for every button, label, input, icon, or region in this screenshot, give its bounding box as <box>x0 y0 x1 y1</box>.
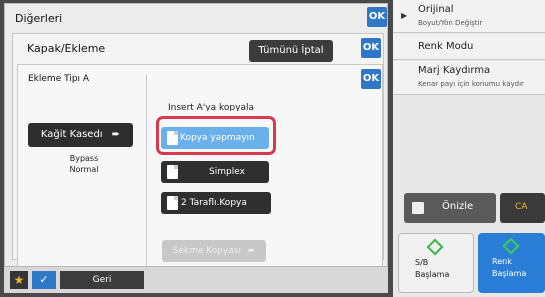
original-sub: Boyut/Yön Değiştir <box>418 19 483 27</box>
document-icon <box>167 165 178 179</box>
bw-start-line2: Başlama <box>415 270 450 279</box>
color-mode-title: Renk Modu <box>418 41 474 52</box>
cover-insert-title: Kapak/Ekleme <box>27 42 106 55</box>
color-start-button[interactable]: Renk Başlama <box>478 233 545 293</box>
ok-button-others[interactable]: OK <box>367 7 387 27</box>
others-title: Diğerleri <box>15 12 63 25</box>
tab-copy-button: Sekme Kopyası ➨ <box>162 240 266 262</box>
duplex-option[interactable]: 2 Taraflı.Kopya <box>161 192 271 214</box>
back-button[interactable]: Geri <box>60 271 144 289</box>
bw-start-line1: S/B <box>415 258 429 267</box>
insert-type-a-dialog: Ekleme Tipı A OK Kağit Kasedı ➨ Bypass N… <box>17 64 383 285</box>
ca-button[interactable]: CA <box>500 193 545 223</box>
bottom-bar: ★ ✓ Geri <box>4 266 388 293</box>
bw-start-button[interactable]: S/B Başlama <box>398 233 474 293</box>
paper-tray-label: Kağit Kasedı <box>40 129 103 140</box>
color-mode-item[interactable]: Renk Modu <box>393 34 545 60</box>
chevron-right-icon: ➨ <box>247 246 256 256</box>
simplex-label: Simplex <box>209 167 245 177</box>
tab-copy-label: Sekme Kopyası <box>172 246 241 256</box>
diamond-icon <box>426 238 444 256</box>
preview-button[interactable]: Önizle <box>404 193 496 223</box>
document-icon <box>167 196 178 210</box>
arrow-right-icon: ➨ <box>111 129 121 140</box>
tray-info-line1: Bypass <box>69 154 99 163</box>
margin-shift-sub: Kenar payı için konumu kaydır <box>418 80 524 88</box>
preview-icon <box>412 202 424 214</box>
check-button[interactable]: ✓ <box>32 271 56 289</box>
insert-type-a-title: Ekleme Tipı A <box>28 74 90 84</box>
original-title: Orijinal <box>418 4 454 15</box>
ok-button-cover[interactable]: OK <box>361 38 381 58</box>
play-icon: ▶ <box>401 11 408 20</box>
color-start-line1: Renk <box>492 257 512 266</box>
diamond-icon <box>502 237 520 255</box>
simplex-option[interactable]: Simplex <box>161 161 269 183</box>
cancel-all-button[interactable]: Tümünü İptal <box>249 40 333 62</box>
paper-tray-button[interactable]: Kağit Kasedı ➨ <box>28 123 133 147</box>
color-start-line2: Başlama <box>492 269 527 278</box>
screen: ▶ Orijinal Boyut/Yön Değiştir Renk Modu … <box>0 0 545 297</box>
favorite-star-button[interactable]: ★ <box>10 271 28 289</box>
copy-group-label: Insert A'ya kopyala <box>168 103 254 111</box>
ca-label: CA <box>515 202 528 212</box>
tray-info: Bypass Normal <box>54 153 114 175</box>
margin-shift-title: Marj Kaydırma <box>418 65 491 76</box>
ok-button-insert[interactable]: OK <box>361 69 381 89</box>
selection-highlight <box>156 116 276 155</box>
original-item[interactable]: ▶ Orijinal Boyut/Yön Değiştir <box>393 0 545 33</box>
margin-shift-item[interactable]: Marj Kaydırma Kenar payı için konumu kay… <box>393 61 545 95</box>
duplex-label: 2 Taraflı.Kopya <box>181 198 247 208</box>
preview-label: Önizle <box>442 201 474 212</box>
tray-info-line2: Normal <box>69 165 99 174</box>
